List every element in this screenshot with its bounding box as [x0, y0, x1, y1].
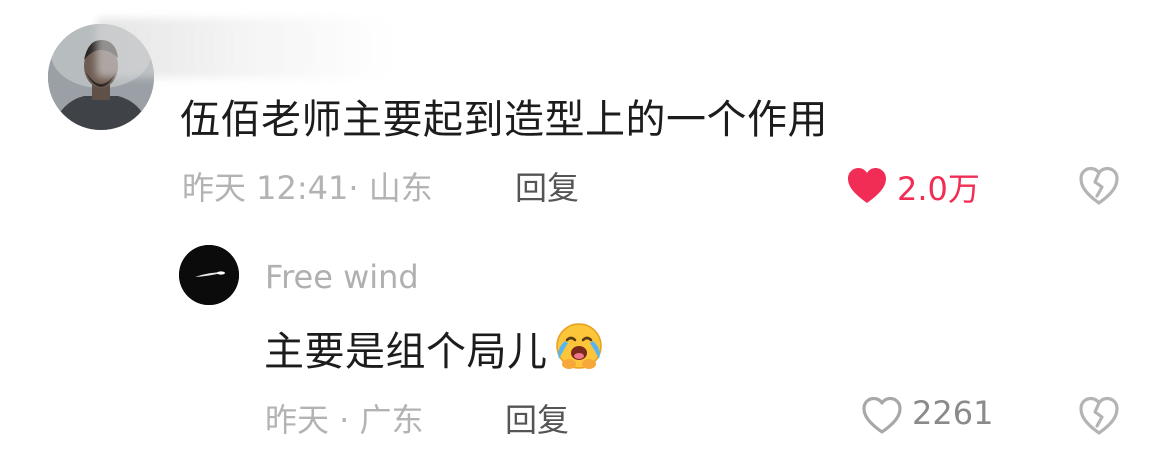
heart-filled-icon — [848, 168, 886, 203]
comment-time-location: 昨天 12:41· 山东 — [182, 169, 433, 207]
comment-like-count: 2.0万 — [897, 170, 980, 208]
reply-like-button[interactable] — [861, 396, 903, 436]
avatar-photo — [179, 245, 239, 305]
heart-outline-icon — [862, 396, 902, 434]
replier-username[interactable]: Free wind — [265, 258, 419, 296]
comment-like-button[interactable] — [846, 166, 888, 206]
broken-heart-icon — [1079, 396, 1119, 435]
comment-reply-button[interactable]: 回复 — [515, 163, 579, 209]
reply-dislike-button[interactable] — [1078, 396, 1120, 436]
crying-face-emoji — [555, 323, 602, 369]
replier-avatar[interactable] — [179, 245, 239, 305]
broken-heart-icon — [1079, 166, 1119, 205]
comment-dislike-button[interactable] — [1078, 166, 1120, 206]
comment-text: 伍佰老师主要起到造型上的一个作用 — [180, 97, 828, 143]
reply-text-content: 主要是组个局儿 — [264, 329, 548, 375]
reply-time-location: 昨天 · 广东 — [265, 401, 424, 439]
reply-like-count: 2261 — [912, 394, 994, 432]
reply-reply-button[interactable]: 回复 — [505, 395, 569, 441]
blurred-username — [96, 18, 396, 78]
reply-text: 主要是组个局儿 — [264, 319, 608, 377]
